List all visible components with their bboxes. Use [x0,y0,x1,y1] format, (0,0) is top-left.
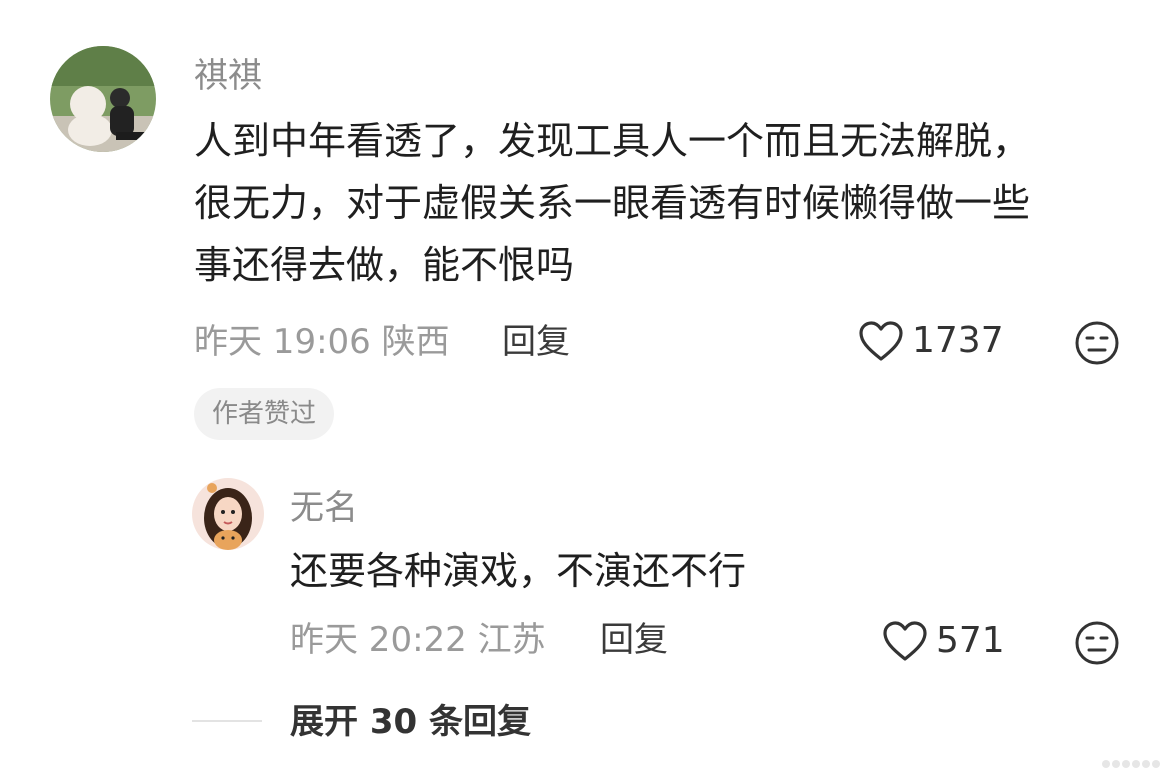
reply-dislike-button[interactable] [1074,620,1120,670]
commenter-avatar-image [50,46,156,152]
commenter-username[interactable]: 祺祺 [194,56,262,96]
reply-text: 还要各种演戏，不演还不行 [290,549,747,593]
meh-face-icon [1075,621,1119,665]
reply-meta: 昨天 20:22 江苏 [290,620,546,660]
meh-face-icon [1075,321,1119,365]
comment-like-button[interactable]: 1737 [858,320,1004,362]
comment-text-line-2: 很无力，对于虚假关系一眼看透有时候懒得做一些 [194,181,1031,225]
comment-meta: 昨天 19:06 陕西 [194,322,450,362]
commenter-avatar[interactable] [50,46,156,152]
reply-like-count: 571 [936,620,1005,661]
replier-avatar[interactable] [192,478,264,550]
heart-outline-icon [859,321,903,361]
heart-outline-icon [883,621,927,661]
author-liked-badge: 作者赞过 [194,388,335,440]
watermark-dots [1102,760,1160,768]
comment-dislike-button[interactable] [1074,320,1120,370]
expand-replies-button[interactable]: 展开 30 条回复 [290,702,531,742]
comment-like-count: 1737 [912,320,1004,361]
replier-username[interactable]: 无名 [290,488,358,528]
comment-text-line-1: 人到中年看透了，发现工具人一个而且无法解脱， [194,119,1031,163]
replier-avatar-image [192,478,264,550]
expand-divider [192,720,262,722]
comment-reply-button[interactable]: 回复 [502,322,570,362]
comment-text-line-3: 事还得去做，能不恨吗 [194,243,575,287]
reply-like-button[interactable]: 571 [882,620,1005,662]
reply-reply-button[interactable]: 回复 [600,620,668,660]
